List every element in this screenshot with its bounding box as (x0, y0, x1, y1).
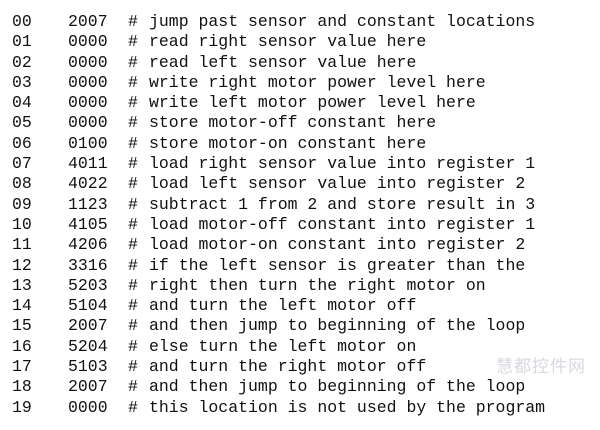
comment-text: and turn the left motor off (149, 296, 417, 316)
listing-row: 10 4105 # load motor-off constant into regi… (0, 215, 600, 235)
comment-marker: # (128, 296, 138, 316)
comment-text: load motor-on constant into register 2 (149, 235, 526, 255)
memory-address: 14 (12, 296, 32, 316)
listing-row: 15 2007 # and then jump to beginning of the… (0, 316, 600, 336)
machine-word: 0000 (68, 113, 108, 133)
memory-address: 17 (12, 357, 32, 377)
comment-marker: # (128, 113, 138, 133)
comment-marker: # (128, 154, 138, 174)
comment-text: write right motor power level here (149, 72, 486, 92)
comment-text: write left motor power level here (149, 93, 476, 113)
memory-address: 02 (12, 52, 32, 72)
comment-marker: # (128, 377, 138, 397)
comment-marker: # (128, 133, 138, 153)
comment-marker: # (128, 214, 138, 234)
memory-address: 19 (12, 397, 32, 417)
machine-word: 4105 (68, 214, 108, 234)
memory-address: 13 (12, 275, 32, 295)
machine-word: 5103 (68, 357, 108, 377)
machine-word: 5203 (68, 275, 108, 295)
machine-word: 5204 (68, 336, 108, 356)
listing-row: 14 5104 # and turn the left motor off (0, 296, 600, 316)
comment-marker: # (128, 12, 138, 31)
machine-word: 4206 (68, 235, 108, 255)
machine-word: 5104 (68, 296, 108, 316)
comment-marker: # (128, 255, 138, 275)
memory-address: 04 (12, 93, 32, 113)
comment-text: store motor-off constant here (149, 113, 437, 133)
listing-row: 18 2007 # and then jump to beginning of the… (0, 377, 600, 397)
listing-row: 11 4206 # load motor-on constant into regis… (0, 235, 600, 255)
memory-address: 08 (12, 174, 32, 194)
comment-marker: # (128, 397, 138, 417)
listing-row: 06 0100 # store motor-on constant here (0, 134, 600, 154)
machine-word: 0000 (68, 72, 108, 92)
comment-text: read left sensor value here (149, 52, 417, 72)
memory-address: 15 (12, 316, 32, 336)
comment-text: and turn the right motor off (149, 357, 427, 377)
listing-row: 00 2007 # jump past sensor and constant loc… (0, 12, 600, 32)
comment-text: and then jump to beginning of the loop (149, 377, 526, 397)
comment-marker: # (128, 72, 138, 92)
comment-marker: # (128, 52, 138, 72)
memory-address: 07 (12, 154, 32, 174)
comment-marker: # (128, 93, 138, 113)
comment-marker: # (128, 357, 138, 377)
memory-address: 12 (12, 255, 32, 275)
machine-word: 3316 (68, 255, 108, 275)
listing-row: 03 0000 # write right motor power level her… (0, 73, 600, 93)
memory-address: 10 (12, 214, 32, 234)
comment-text: else turn the left motor on (149, 336, 417, 356)
comment-marker: # (128, 275, 138, 295)
listing-row: 13 5203 # right then turn the right motor o… (0, 276, 600, 296)
listing-row: 08 4022 # load left sensor value into regis… (0, 174, 600, 194)
machine-word: 0100 (68, 133, 108, 153)
comment-text: and then jump to beginning of the loop (149, 316, 526, 336)
comment-marker: # (128, 336, 138, 356)
listing-row: 01 0000 # read right sensor value here (0, 32, 600, 52)
comment-text: this location is not used by the program (149, 397, 546, 417)
comment-text: right then turn the right motor on (149, 275, 486, 295)
machine-word: 0000 (68, 93, 108, 113)
comment-text: load motor-off constant into register 1 (149, 214, 536, 234)
memory-address: 16 (12, 336, 32, 356)
listing-row: 09 1123 # subtract 1 from 2 and store resul… (0, 195, 600, 215)
listing-row: 19 0000 # this location is not used by the … (0, 398, 600, 418)
listing-row: 04 0000 # write left motor power level here (0, 93, 600, 113)
watermark-text: 慧都控件网 (496, 357, 586, 377)
machine-word: 1123 (68, 194, 108, 214)
comment-marker: # (128, 32, 138, 52)
machine-word: 4011 (68, 154, 108, 174)
machine-word: 2007 (68, 12, 108, 31)
listing-row: 07 4011 # load right sensor value into regi… (0, 154, 600, 174)
memory-address: 03 (12, 72, 32, 92)
comment-text: jump past sensor and constant locations (149, 12, 536, 31)
memory-address: 01 (12, 32, 32, 52)
comment-text: store motor-on constant here (149, 133, 427, 153)
memory-address: 11 (12, 235, 32, 255)
machine-word: 2007 (68, 377, 108, 397)
comment-text: if the left sensor is greater than the (149, 255, 526, 275)
memory-address: 00 (12, 12, 32, 31)
comment-text: subtract 1 from 2 and store result in 3 (149, 194, 536, 214)
comment-text: load right sensor value into register 1 (149, 154, 536, 174)
comment-marker: # (128, 316, 138, 336)
machine-word: 2007 (68, 316, 108, 336)
listing-row: 12 3316 # if the left sensor is greater tha… (0, 256, 600, 276)
memory-address: 05 (12, 113, 32, 133)
comment-text: read right sensor value here (149, 32, 427, 52)
listing-row: 05 0000 # store motor-off constant here (0, 113, 600, 133)
memory-address: 06 (12, 133, 32, 153)
comment-text: load left sensor value into register 2 (149, 174, 526, 194)
comment-marker: # (128, 235, 138, 255)
memory-address: 09 (12, 194, 32, 214)
machine-word: 0000 (68, 397, 108, 417)
comment-marker: # (128, 194, 138, 214)
comment-marker: # (128, 174, 138, 194)
machine-word: 0000 (68, 52, 108, 72)
machine-word: 4022 (68, 174, 108, 194)
listing-row: 02 0000 # read left sensor value here (0, 53, 600, 73)
memory-address: 18 (12, 377, 32, 397)
machine-word: 0000 (68, 32, 108, 52)
